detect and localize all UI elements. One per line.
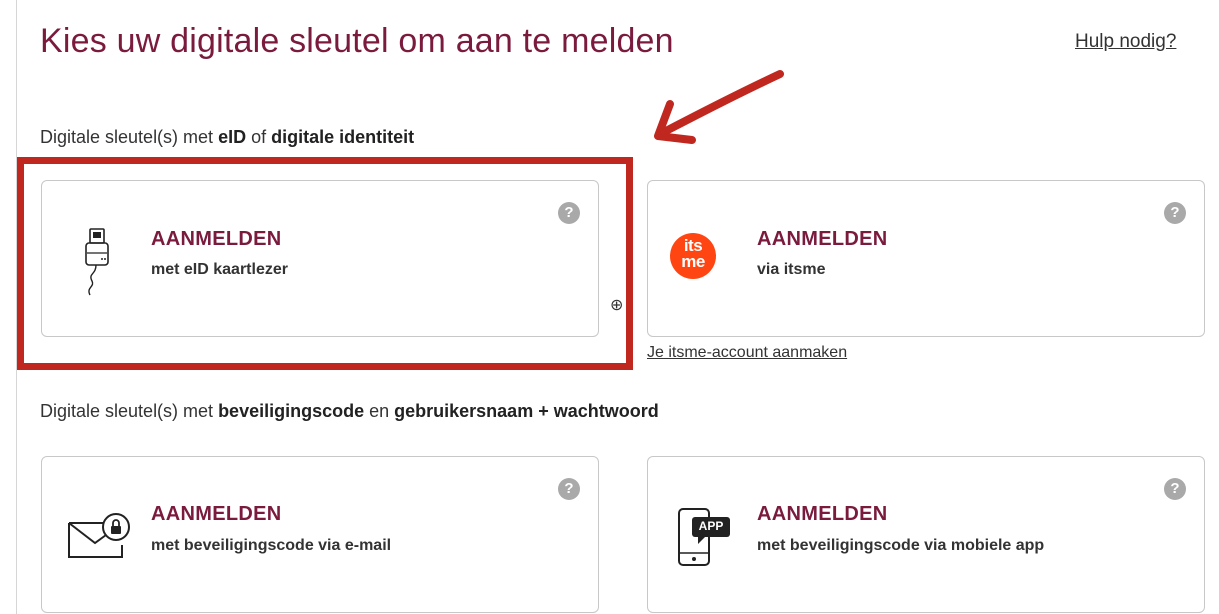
card-subtitle: met beveiligingscode via mobiele app — [757, 537, 1045, 554]
card-subtitle: via itsme — [757, 261, 826, 278]
page-title: Kies uw digitale sleutel om aan te melde… — [40, 22, 674, 60]
section-heading-code: Digitale sleutel(s) met beveiligingscode… — [40, 401, 659, 421]
card-subtitle: met eID kaartlezer — [151, 261, 288, 278]
card-cta: AANMELDEN — [757, 228, 888, 250]
email-code-option[interactable]: AANMELDEN met beveiligingscode via e-mai… — [41, 456, 599, 613]
card-cta: AANMELDEN — [151, 228, 282, 250]
card-reader-icon — [85, 228, 109, 296]
app-badge-label: APP — [698, 519, 724, 533]
help-question-icon[interactable]: ? — [1164, 202, 1186, 224]
help-question-icon[interactable]: ? — [558, 202, 580, 224]
create-itsme-account-link[interactable]: Je itsme-account aanmaken — [647, 344, 847, 362]
annotation-arrow-icon — [654, 70, 784, 144]
card-subtitle: met beveiligingscode via e-mail — [151, 537, 392, 554]
crosshair-cursor-icon: ⊕ — [610, 297, 624, 314]
mobile-app-code-option[interactable]: APP AANMELDEN met beveiligingscode via m… — [647, 456, 1205, 613]
card-cta: AANMELDEN — [151, 503, 282, 525]
section-heading-eid: Digitale sleutel(s) met eID of digitale … — [40, 127, 415, 147]
eid-card-reader-option[interactable]: AANMELDEN met eID kaartlezer ? — [41, 180, 599, 337]
itsme-logo-icon: its me — [670, 233, 716, 279]
help-link[interactable]: Hulp nodig? — [1075, 31, 1176, 53]
itsme-logo-text-me: me — [681, 252, 705, 271]
envelope-lock-icon — [68, 513, 130, 558]
card-cta: AANMELDEN — [757, 503, 888, 525]
help-question-icon[interactable]: ? — [558, 478, 580, 500]
itsme-option[interactable]: its me AANMELDEN via itsme ? — [647, 180, 1205, 337]
mobile-app-icon — [678, 508, 730, 566]
help-question-icon[interactable]: ? — [1164, 478, 1186, 500]
